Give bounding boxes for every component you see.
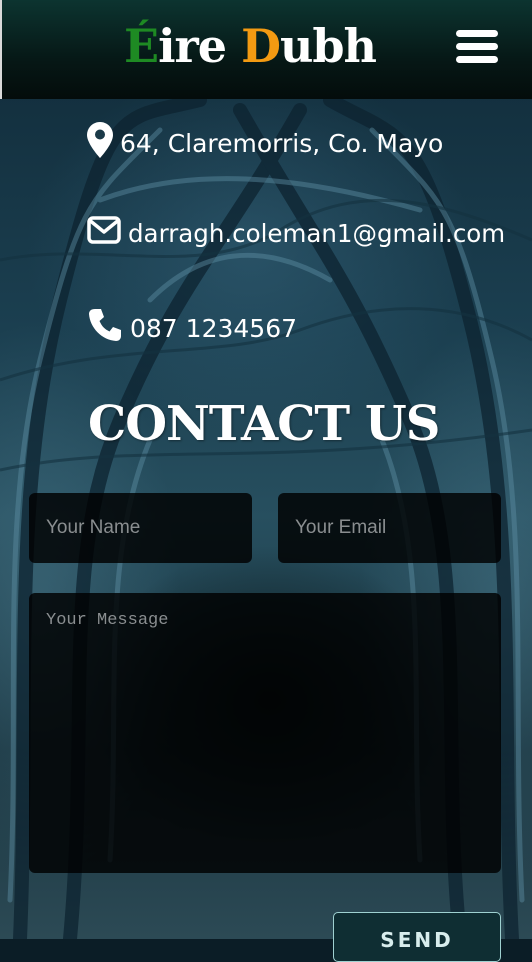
address-row: 64, Claremorris, Co. Mayo (87, 122, 443, 164)
hamburger-menu-icon[interactable] (456, 30, 498, 68)
logo-text-ubh: ubh (279, 19, 377, 73)
phone-icon (87, 307, 123, 349)
phone-row: 087 1234567 (87, 307, 297, 349)
logo-text-ire: ire (158, 19, 242, 73)
phone-text[interactable]: 087 1234567 (130, 314, 297, 343)
envelope-icon (87, 216, 121, 250)
address-text: 64, Claremorris, Co. Mayo (120, 128, 444, 158)
site-logo[interactable]: Éire Dubh (124, 14, 377, 78)
email-row: darragh.coleman1@gmail.com (87, 216, 505, 250)
email-input[interactable] (278, 493, 501, 563)
site-header: Éire Dubh (0, 0, 532, 99)
send-button[interactable]: SEND (333, 912, 501, 962)
map-marker-icon (87, 122, 113, 164)
logo-letter-e: É (124, 19, 159, 73)
name-input[interactable] (29, 493, 252, 563)
hamburger-line (456, 43, 498, 50)
email-text[interactable]: darragh.coleman1@gmail.com (128, 219, 505, 248)
hamburger-line (456, 30, 498, 37)
logo-letter-d: D (241, 19, 281, 73)
hamburger-line (456, 56, 498, 63)
contact-title: CONTACT US (88, 396, 440, 452)
message-textarea[interactable] (29, 593, 501, 873)
